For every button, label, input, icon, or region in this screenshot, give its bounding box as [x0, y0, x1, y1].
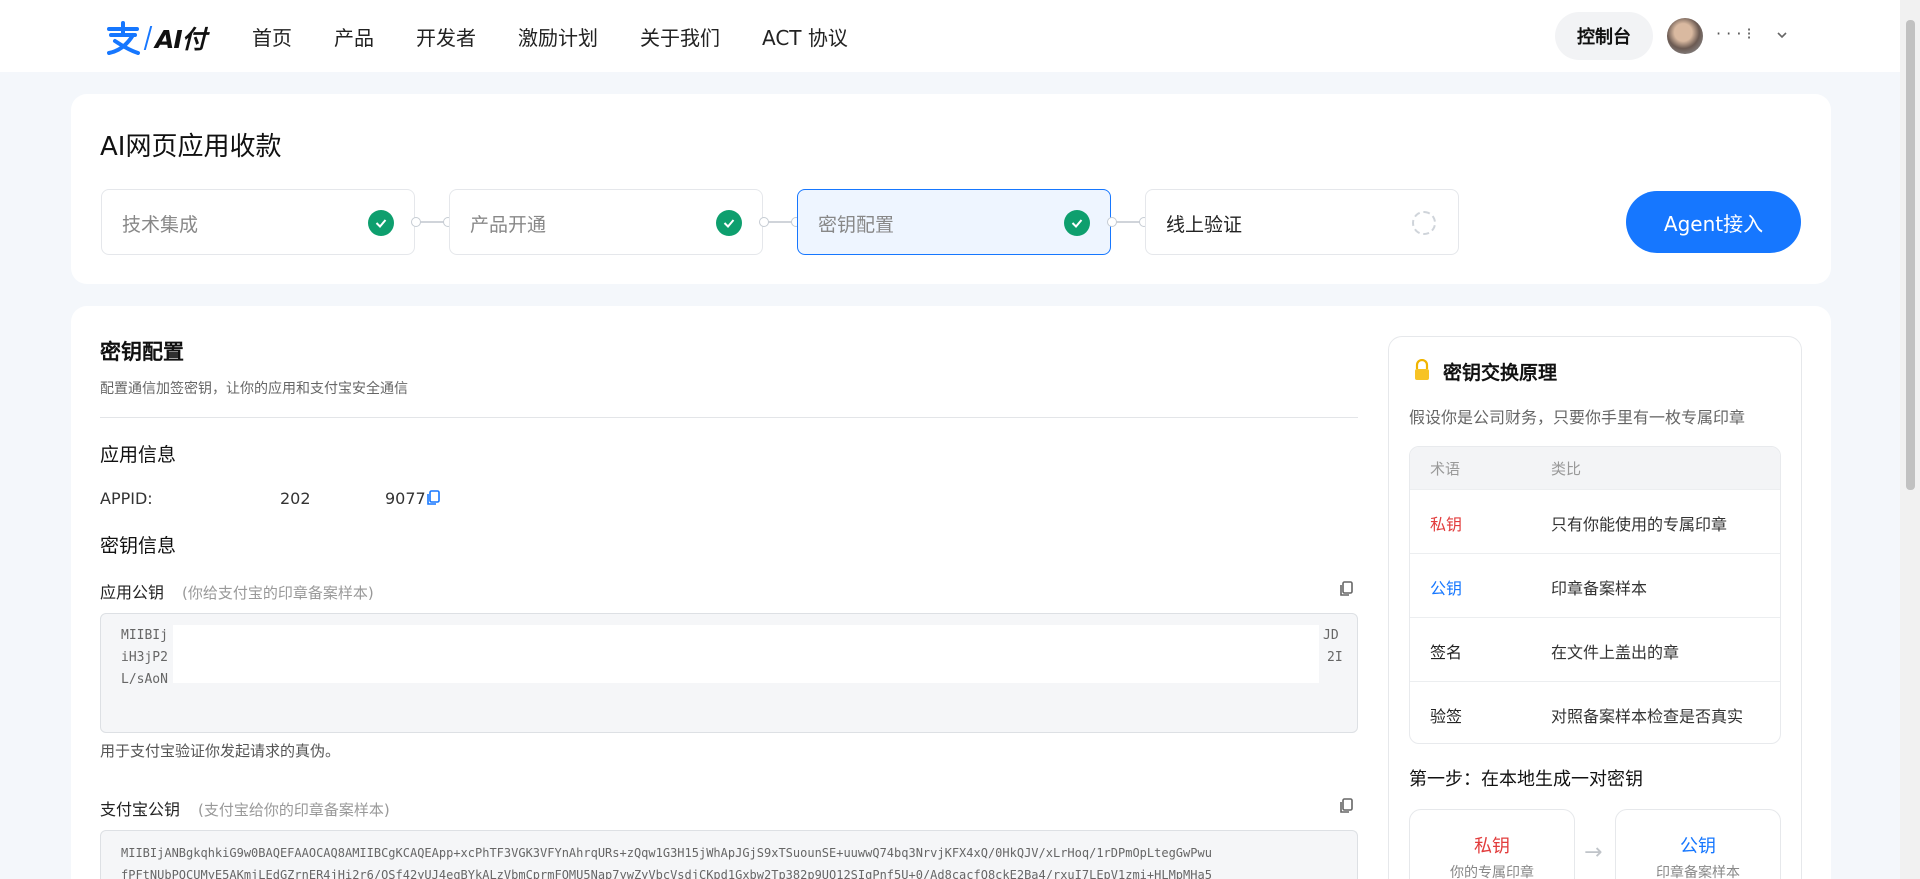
key-info-heading: 密钥信息 — [100, 535, 177, 557]
table-row: 签名 在文件上盖出的章 — [1410, 617, 1780, 681]
private-key-name: 私钥 — [1474, 836, 1510, 857]
copy-alipay-public-key-icon[interactable] — [1338, 797, 1356, 815]
term-verify: 验签 — [1430, 707, 1463, 726]
redaction-mask — [173, 625, 1319, 683]
analogy-text: 在文件上盖出的章 — [1551, 643, 1680, 662]
logo-text: AI付 — [155, 25, 207, 54]
check-circle-icon — [1064, 210, 1090, 236]
key-line-tail: 2I — [1327, 650, 1343, 665]
appid-label: APPID: — [100, 489, 153, 508]
alipay-public-key-title: 支付宝公钥 — [100, 800, 181, 819]
app-info-heading: 应用信息 — [100, 444, 177, 466]
app-public-key-box[interactable]: MIIBIj iH3jP2 L/sAoN JD 2I — [100, 613, 1358, 733]
logo[interactable]: AI付 — [105, 20, 207, 56]
top-nav-bar: AI付 首页 产品 开发者 激励计划 关于我们 ACT 协议 控制台 · · ·… — [0, 0, 1900, 72]
panel-title: 密钥交换原理 — [1443, 362, 1558, 384]
public-key-name: 公钥 — [1680, 836, 1716, 857]
table-row: 公钥 印章备案样本 — [1410, 553, 1780, 617]
private-key-desc: 你的专属印章 — [1450, 865, 1534, 879]
arrow-right-icon: → — [1584, 840, 1603, 865]
table-row: 验签 对照备案样本检查是否真实 — [1410, 681, 1780, 743]
step-label: 技术集成 — [122, 214, 199, 236]
key-line: fPFtNUbPQCUMyE5AKmjLEdGZrnER4jHi2r6/OSf4… — [121, 868, 1212, 879]
step-product-activation[interactable]: 产品开通 — [449, 189, 763, 255]
term-public-key: 公钥 — [1430, 579, 1463, 598]
step-connector — [1107, 217, 1149, 227]
analogy-text: 印章备案样本 — [1551, 579, 1648, 598]
nav-item-act[interactable]: ACT 协议 — [762, 22, 848, 51]
pending-circle-icon — [1412, 211, 1436, 235]
nav-item-home[interactable]: 首页 — [252, 22, 292, 51]
analogy-text: 对照备案样本检查是否真实 — [1551, 707, 1744, 726]
step-label: 产品开通 — [470, 214, 547, 236]
term-table: 术语 类比 私钥 只有你能使用的专属印章 公钥 印章备案样本 签名 在文件上盖出… — [1409, 446, 1781, 744]
key-line-tail: JD — [1323, 628, 1339, 643]
term-sign: 签名 — [1430, 643, 1463, 662]
step-connector — [411, 217, 453, 227]
copy-app-public-key-icon[interactable] — [1338, 580, 1356, 598]
table-header: 术语 类比 — [1410, 447, 1780, 489]
chevron-down-icon[interactable] — [1775, 28, 1789, 42]
app-public-key-label: 应用公钥 (你给支付宝的印章备案样本) — [100, 579, 374, 603]
analogy-text: 只有你能使用的专属印章 — [1551, 515, 1728, 534]
nav-item-products[interactable]: 产品 — [334, 22, 374, 51]
private-key-card: 私钥 你的专属印章 — [1409, 809, 1575, 879]
step-tech-integration[interactable]: 技术集成 — [101, 189, 415, 255]
step-online-verify[interactable]: 线上验证 — [1145, 189, 1459, 255]
alipay-public-key-label: 支付宝公钥 (支付宝给你的印章备案样本) — [100, 796, 390, 820]
key-line: MIIBIjANBgkqhkiG9w0BAQEFAAOCAQ8AMIIBCgKC… — [121, 846, 1212, 860]
agent-access-button[interactable]: Agent接入 — [1626, 191, 1801, 253]
app-public-key-hint: (你给支付宝的印章备案样本) — [182, 584, 374, 602]
app-public-key-title: 应用公钥 — [100, 583, 165, 602]
step-one-title: 第一步：在本地生成一对密钥 — [1409, 769, 1643, 790]
logo-divider — [143, 26, 153, 50]
nav-item-incentive[interactable]: 激励计划 — [518, 22, 598, 51]
main-nav: 首页 产品 开发者 激励计划 关于我们 ACT 协议 — [252, 22, 890, 51]
section-subtitle: 配置通信加签密钥，让你的应用和支付宝安全通信 — [100, 381, 408, 397]
nav-item-about[interactable]: 关于我们 — [640, 22, 720, 51]
avatar[interactable] — [1667, 18, 1703, 54]
step-key-config[interactable]: 密钥配置 — [797, 189, 1111, 255]
console-button[interactable]: 控制台 — [1555, 12, 1653, 60]
table-row: 私钥 只有你能使用的专属印章 — [1410, 489, 1780, 553]
alipay-public-key-hint: (支付宝给你的印章备案样本) — [198, 801, 390, 819]
scrollbar-thumb[interactable] — [1906, 20, 1915, 490]
divider — [100, 417, 1358, 418]
nav-item-developers[interactable]: 开发者 — [416, 22, 476, 51]
term-private-key: 私钥 — [1430, 515, 1463, 534]
alipay-logo-icon — [107, 21, 140, 55]
lock-icon — [1415, 359, 1429, 380]
column-header-term: 术语 — [1430, 460, 1461, 478]
section-title: 密钥配置 — [100, 340, 184, 364]
step-label: 密钥配置 — [818, 214, 895, 236]
copy-appid-icon[interactable] — [425, 489, 443, 507]
check-circle-icon — [716, 210, 742, 236]
user-name[interactable]: · · · ⁝ — [1716, 24, 1752, 43]
step-label: 线上验证 — [1166, 214, 1243, 236]
public-key-card: 公钥 印章备案样本 — [1615, 809, 1781, 879]
panel-description: 假设你是公司财务，只要你手里有一枚专属印章 — [1409, 408, 1746, 427]
column-header-analogy: 类比 — [1551, 460, 1582, 478]
app-public-key-note: 用于支付宝验证你发起请求的真伪。 — [100, 742, 341, 760]
appid-value-end: 9077 — [385, 489, 426, 508]
check-circle-icon — [368, 210, 394, 236]
step-connector — [759, 217, 801, 227]
appid-value-start: 202 — [280, 489, 311, 508]
page-title: AI网页应用收款 — [100, 132, 282, 162]
public-key-desc: 印章备案样本 — [1656, 865, 1740, 879]
alipay-public-key-box[interactable]: MIIBIjANBgkqhkiG9w0BAQEFAAOCAQ8AMIIBCgKC… — [100, 830, 1358, 879]
